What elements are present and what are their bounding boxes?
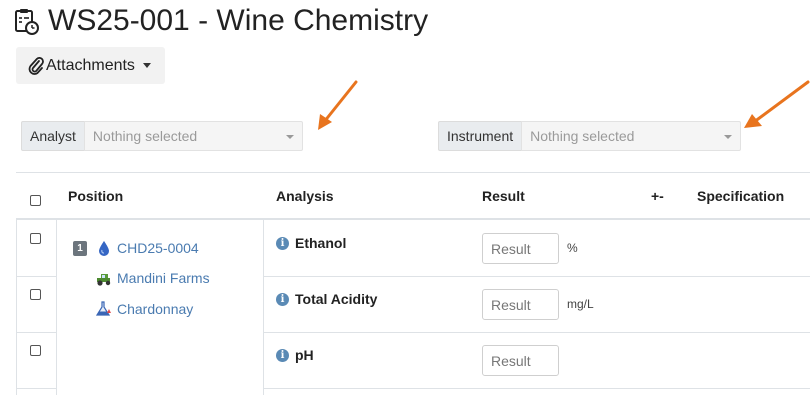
- row-divider: [16, 332, 56, 333]
- result-input[interactable]: [482, 345, 559, 376]
- column-header-uncertainty: +-: [651, 188, 664, 204]
- chevron-down-icon: [724, 135, 733, 139]
- tractor-icon: [97, 274, 111, 286]
- column-header-analysis: Analysis: [276, 188, 334, 204]
- table-border-left: [16, 220, 17, 395]
- column-divider: [56, 220, 57, 395]
- analyst-select-group: Analyst Nothing selected: [21, 121, 303, 151]
- row-checkbox[interactable]: [30, 233, 41, 244]
- table-top-border: [16, 172, 810, 173]
- page-title: WS25-001 - Wine Chemistry: [48, 4, 429, 37]
- analysis-name: Total Acidity: [295, 291, 378, 307]
- instrument-select[interactable]: Nothing selected: [521, 121, 742, 151]
- unit-label: %: [567, 241, 578, 255]
- annotation-arrow: [744, 80, 810, 128]
- client-link[interactable]: Mandini Farms: [117, 270, 210, 286]
- page-header: WS25-001 - Wine Chemistry: [14, 3, 428, 39]
- sample-link[interactable]: CHD25-0004: [117, 240, 199, 256]
- info-icon[interactable]: i: [276, 236, 289, 250]
- unit-label: mg/L: [567, 297, 594, 311]
- instrument-select-placeholder: Nothing selected: [530, 128, 635, 144]
- analyst-select[interactable]: Nothing selected: [83, 121, 303, 151]
- info-icon[interactable]: i: [276, 292, 289, 306]
- analysis-name: Ethanol: [295, 235, 347, 251]
- row-divider: [16, 388, 56, 389]
- sample-type-link[interactable]: Chardonnay: [117, 301, 193, 317]
- column-header-specification: Specification: [697, 188, 785, 204]
- attachments-button[interactable]: Attachments: [16, 47, 165, 84]
- paperclip-icon: [28, 56, 44, 75]
- column-divider: [263, 220, 264, 395]
- row-divider: [263, 388, 810, 389]
- info-icon[interactable]: i: [276, 348, 289, 362]
- column-header-position: Position: [68, 188, 124, 204]
- clipboard-clock-icon: [15, 9, 39, 35]
- row-divider: [16, 276, 56, 277]
- analyst-label: Analyst: [21, 121, 84, 151]
- instrument-label: Instrument: [438, 121, 522, 151]
- flask-icon: [96, 301, 111, 316]
- result-input[interactable]: [482, 233, 559, 264]
- instrument-select-group: Instrument Nothing selected: [438, 121, 742, 151]
- select-all-checkbox[interactable]: [30, 195, 41, 206]
- chevron-down-icon: [285, 135, 294, 139]
- position-badge: 1: [73, 241, 87, 256]
- attachments-label: Attachments: [46, 56, 135, 74]
- analysis-name: pH: [295, 347, 314, 363]
- droplet-icon: [99, 241, 109, 256]
- row-divider: [263, 276, 810, 277]
- analysis-row: i pH: [276, 347, 314, 363]
- row-checkbox[interactable]: [30, 289, 41, 300]
- analysis-row: i Total Acidity: [276, 291, 377, 307]
- row-checkbox[interactable]: [30, 345, 41, 356]
- chevron-down-icon: [142, 63, 151, 68]
- row-divider: [263, 332, 810, 333]
- result-input[interactable]: [482, 289, 559, 320]
- analyst-select-placeholder: Nothing selected: [92, 128, 198, 144]
- column-header-result: Result: [482, 188, 525, 204]
- table-header-border: [16, 218, 810, 220]
- analysis-row: i Ethanol: [276, 235, 346, 251]
- annotation-arrow: [318, 80, 358, 130]
